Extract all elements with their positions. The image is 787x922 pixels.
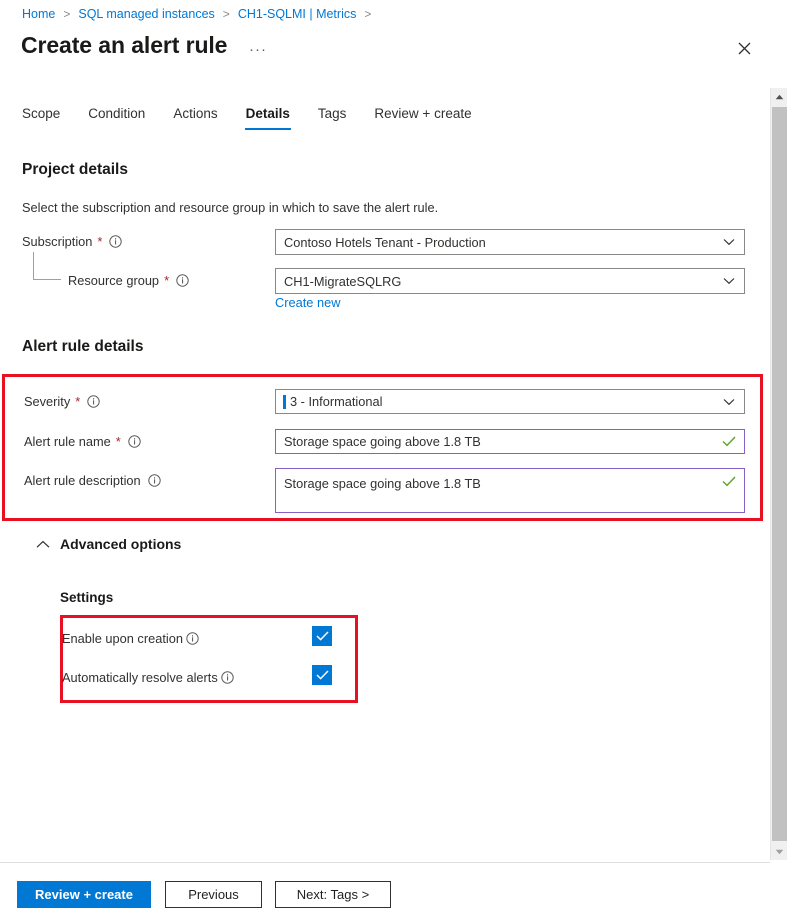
wizard-tabs: Scope Condition Actions Details Tags Rev… (22, 106, 486, 130)
alert-rule-description-label: Alert rule description (24, 473, 161, 488)
breadcrumb-separator-icon: > (223, 7, 230, 21)
tree-connector (33, 252, 61, 280)
info-icon[interactable] (87, 395, 100, 408)
tab-review-create[interactable]: Review + create (360, 106, 485, 130)
tab-tags[interactable]: Tags (304, 106, 361, 130)
info-icon[interactable] (128, 435, 141, 448)
severity-dropdown[interactable]: 3 - Informational (275, 389, 745, 414)
tab-actions[interactable]: Actions (159, 106, 231, 130)
page-title: Create an alert rule (21, 32, 227, 59)
info-icon[interactable] (176, 274, 189, 287)
severity-label: Severity * (24, 394, 100, 409)
alert-rule-description-textarea[interactable]: Storage space going above 1.8 TB (275, 468, 745, 513)
alert-rule-name-input[interactable]: Storage space going above 1.8 TB (275, 429, 745, 454)
required-marker: * (97, 234, 102, 249)
enable-upon-creation-row: Enable upon creation (62, 631, 199, 646)
enable-upon-creation-label: Enable upon creation (62, 631, 183, 646)
chevron-down-icon (723, 398, 744, 406)
alert-rule-name-label: Alert rule name * (24, 434, 141, 449)
severity-value: 3 - Informational (286, 394, 723, 409)
required-marker: * (116, 434, 121, 449)
alert-rule-description-label-text: Alert rule description (24, 473, 141, 488)
review-create-button[interactable]: Review + create (17, 881, 151, 908)
resource-group-label-text: Resource group (68, 273, 159, 288)
advanced-options-label: Advanced options (60, 536, 181, 552)
resource-group-value: CH1-MigrateSQLRG (276, 274, 723, 289)
footer-divider (0, 862, 770, 863)
breadcrumb-separator-icon: > (63, 7, 70, 21)
alert-rule-details-heading: Alert rule details (22, 338, 143, 356)
scrollbar-thumb[interactable] (772, 107, 787, 841)
next-tags-button[interactable]: Next: Tags > (275, 881, 391, 908)
subscription-value: Contoso Hotels Tenant - Production (276, 235, 723, 250)
alert-rule-name-value: Storage space going above 1.8 TB (276, 434, 722, 449)
settings-heading: Settings (60, 590, 113, 605)
info-icon[interactable] (186, 632, 199, 645)
breadcrumb-item-sql-managed-instances[interactable]: SQL managed instances (78, 7, 214, 21)
subscription-label: Subscription * (22, 234, 122, 249)
chevron-down-icon (723, 277, 744, 285)
scroll-up-button[interactable] (771, 88, 787, 105)
close-icon (738, 42, 751, 55)
checkmark-icon (316, 670, 329, 680)
breadcrumb-item-ch1-sqlmi-metrics[interactable]: CH1-SQLMI | Metrics (238, 7, 357, 21)
tab-scope[interactable]: Scope (22, 106, 74, 130)
required-marker: * (164, 273, 169, 288)
advanced-options-toggle[interactable]: Advanced options (36, 536, 181, 552)
enable-upon-creation-checkbox[interactable] (312, 626, 332, 646)
info-icon[interactable] (221, 671, 234, 684)
vertical-scrollbar[interactable] (770, 88, 787, 860)
chevron-up-icon (36, 540, 50, 549)
scroll-down-button[interactable] (771, 843, 787, 860)
breadcrumb-separator-icon: > (364, 7, 371, 21)
valid-check-icon (722, 476, 744, 487)
info-icon[interactable] (148, 474, 161, 487)
tab-details[interactable]: Details (232, 106, 304, 130)
info-icon[interactable] (109, 235, 122, 248)
subscription-label-text: Subscription (22, 234, 92, 249)
subscription-dropdown[interactable]: Contoso Hotels Tenant - Production (275, 229, 745, 255)
more-options-button[interactable]: ··· (249, 41, 267, 58)
alert-rule-name-label-text: Alert rule name (24, 434, 111, 449)
resource-group-dropdown[interactable]: CH1-MigrateSQLRG (275, 268, 745, 294)
caret-up-icon (775, 94, 784, 100)
close-button[interactable] (732, 36, 756, 60)
automatically-resolve-alerts-checkbox[interactable] (312, 665, 332, 685)
caret-down-icon (775, 849, 784, 855)
create-alert-rule-blade: Home > SQL managed instances > CH1-SQLMI… (0, 0, 787, 922)
valid-check-icon (722, 436, 744, 447)
create-new-resource-group-link[interactable]: Create new (275, 295, 340, 310)
automatically-resolve-alerts-row: Automatically resolve alerts (62, 670, 234, 685)
severity-label-text: Severity (24, 394, 70, 409)
automatically-resolve-alerts-label: Automatically resolve alerts (62, 670, 218, 685)
project-details-description: Select the subscription and resource gro… (22, 200, 438, 215)
alert-rule-description-value: Storage space going above 1.8 TB (276, 476, 722, 491)
project-details-heading: Project details (22, 161, 128, 179)
checkmark-icon (316, 631, 329, 641)
tab-condition[interactable]: Condition (74, 106, 159, 130)
required-marker: * (75, 394, 80, 409)
breadcrumb: Home > SQL managed instances > CH1-SQLMI… (22, 7, 379, 21)
breadcrumb-item-home[interactable]: Home (22, 7, 55, 21)
previous-button[interactable]: Previous (165, 881, 262, 908)
resource-group-label: Resource group * (68, 273, 189, 288)
chevron-down-icon (723, 238, 744, 246)
